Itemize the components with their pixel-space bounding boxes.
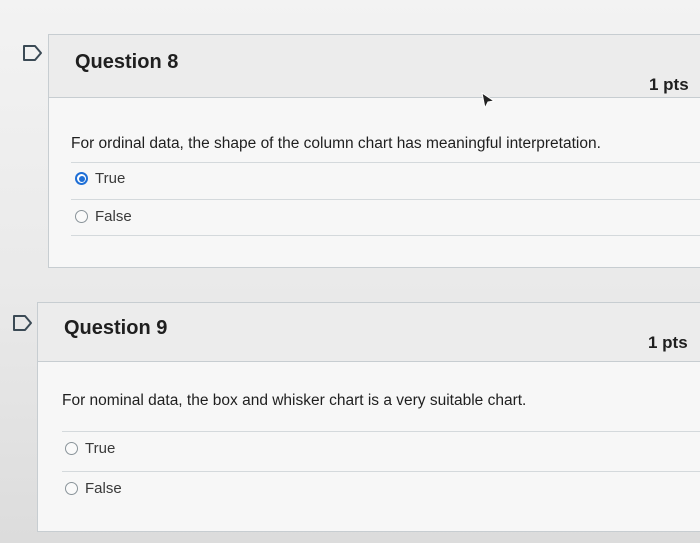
option-false[interactable]: False [65,480,122,497]
mouse-pointer-icon [481,92,496,110]
option-true[interactable]: True [75,170,125,187]
flag-question-8-icon[interactable] [22,44,44,62]
option-true[interactable]: True [65,440,115,457]
radio-true-selected[interactable] [75,172,88,185]
radio-false[interactable] [65,482,78,495]
question-9-text: For nominal data, the box and whisker ch… [62,392,527,409]
option-true-label: True [95,170,126,187]
option-true-label: True [85,440,116,457]
question-8-title: Question 8 [75,51,179,73]
question-9-header: Question 9 1 pts [38,303,700,362]
radio-false[interactable] [75,210,88,223]
question-9-title: Question 9 [64,317,168,339]
answer-divider [71,162,700,163]
answer-divider [62,431,700,432]
flag-question-9-icon[interactable] [12,314,34,332]
question-8-header: Question 8 1 pts [49,35,700,98]
question-8-text: For ordinal data, the shape of the colum… [71,135,601,152]
answer-divider [71,235,700,236]
radio-true[interactable] [65,442,78,455]
option-false[interactable]: False [75,208,132,225]
answer-divider [62,471,700,472]
question-9-points: 1 pts [648,333,688,352]
question-8-card: Question 8 1 pts For ordinal data, the s… [48,34,700,268]
option-false-label: False [95,208,132,225]
option-false-label: False [85,480,122,497]
answer-divider [71,199,700,200]
question-8-points: 1 pts [649,75,689,94]
question-9-card: Question 9 1 pts For nominal data, the b… [37,302,700,532]
